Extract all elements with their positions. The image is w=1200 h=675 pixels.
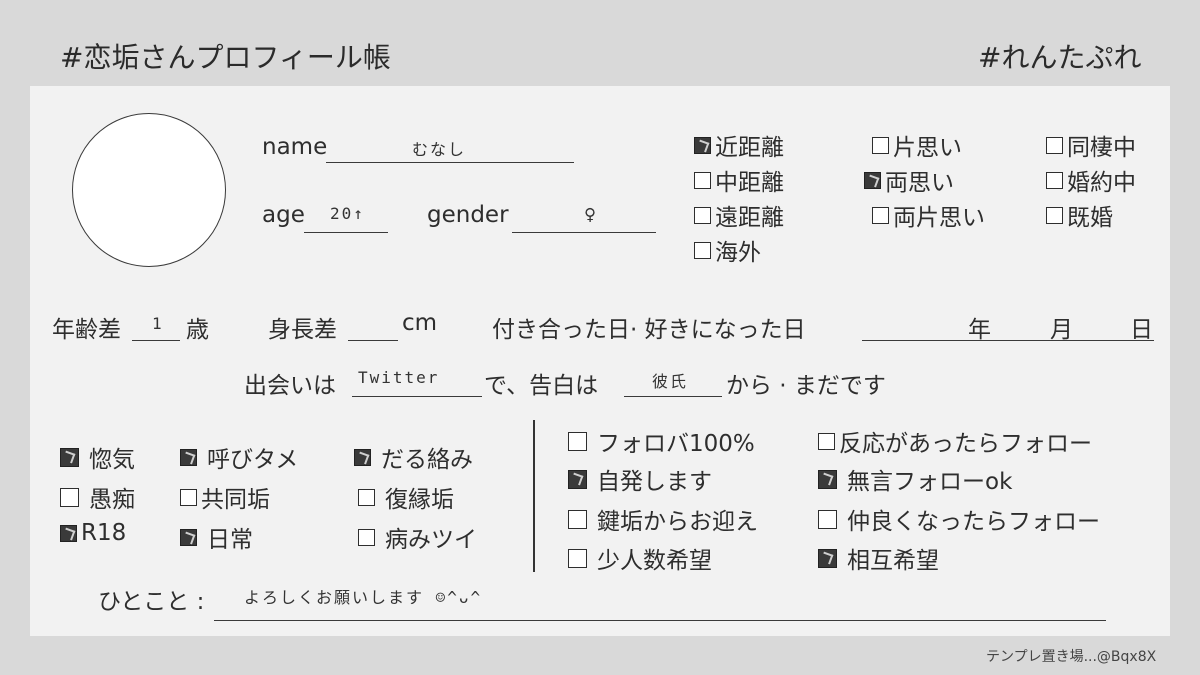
trait-yobitame[interactable]: 呼びタメ xyxy=(180,440,298,474)
option-one-sided[interactable]: 片思い xyxy=(872,128,962,162)
option-both-one-sided[interactable]: 両片思い xyxy=(872,198,985,232)
checkbox-empty-icon xyxy=(568,548,587,568)
vertical-divider xyxy=(533,420,535,572)
name-value[interactable]: むなし xyxy=(412,136,466,160)
checkbox-checked-icon xyxy=(354,448,371,466)
confess-label: で、告白は xyxy=(484,373,599,399)
date-label: 付き合った日· 好きになった日 xyxy=(492,317,806,343)
follow-when-friends[interactable]: 仲良くなったらフォロー xyxy=(818,502,1100,536)
checkbox-checked-icon xyxy=(60,524,77,542)
gender-value[interactable]: ♀ xyxy=(584,202,598,226)
option-short-distance[interactable]: 近距離 xyxy=(694,128,784,162)
checkbox-empty-icon xyxy=(60,487,79,507)
option-married[interactable]: 既婚 xyxy=(1046,198,1113,232)
option-overseas[interactable]: 海外 xyxy=(694,233,761,267)
height-diff-unit: cm xyxy=(402,310,438,336)
option-mutual[interactable]: 両思い xyxy=(864,163,954,197)
gender-underline xyxy=(512,232,656,233)
date-underline[interactable] xyxy=(862,340,1154,341)
follow-silent-ok[interactable]: 無言フォローok xyxy=(818,462,1012,496)
checkbox-checked-icon xyxy=(694,136,711,154)
checkbox-checked-icon xyxy=(180,528,197,546)
hashtag: #れんたぷれ xyxy=(978,41,1142,74)
checkbox-empty-icon xyxy=(818,432,835,450)
meet-label: 出会いは xyxy=(244,373,336,399)
age-underline xyxy=(304,232,388,233)
month-label: 月 xyxy=(1050,317,1073,343)
checkbox-checked-icon xyxy=(568,469,587,489)
trait-yami-tweet[interactable]: 病みツイ xyxy=(358,520,477,554)
checkbox-empty-icon xyxy=(694,241,711,259)
year-label: 年 xyxy=(968,317,991,343)
checkbox-checked-icon xyxy=(60,447,79,467)
checkbox-empty-icon xyxy=(1046,171,1063,189)
age-value[interactable]: 20↑ xyxy=(330,204,365,223)
checkbox-checked-icon xyxy=(180,448,197,466)
trait-daily[interactable]: 日常 xyxy=(180,520,253,554)
confess-value[interactable]: 彼氏 xyxy=(652,368,688,392)
page-title: #恋垢さんプロフィール帳 xyxy=(60,41,391,74)
option-living-together[interactable]: 同棲中 xyxy=(1046,128,1136,162)
age-diff-underline xyxy=(132,340,180,341)
trait-noroke[interactable]: 惚気 xyxy=(60,440,135,474)
confess-suffix: から · まだです xyxy=(726,373,886,399)
checkbox-empty-icon xyxy=(568,431,587,451)
follow-mutual-wish[interactable]: 相互希望 xyxy=(818,541,939,575)
option-long-distance[interactable]: 遠距離 xyxy=(694,198,784,232)
meet-value[interactable]: Twitter xyxy=(358,368,439,387)
trait-reunion-account[interactable]: 復縁垢 xyxy=(358,480,454,514)
checkbox-checked-icon xyxy=(818,469,837,489)
meet-underline xyxy=(352,396,482,397)
option-engaged[interactable]: 婚約中 xyxy=(1046,163,1136,197)
comment-label: ひとこと : xyxy=(98,589,205,615)
follow-small-group[interactable]: 少人数希望 xyxy=(568,541,712,575)
checkbox-empty-icon xyxy=(818,509,837,529)
checkbox-empty-icon xyxy=(1046,136,1063,154)
gender-label: gender xyxy=(427,202,509,228)
follow-locked-welcome[interactable]: 鍵垢からお迎え xyxy=(568,502,758,536)
name-label: name xyxy=(262,134,328,160)
age-diff-unit: 歳 xyxy=(186,317,209,343)
trait-shared-account[interactable]: 共同垢 xyxy=(180,480,270,514)
height-diff-underline[interactable] xyxy=(348,340,398,341)
comment-value[interactable]: よろしくお願いします ☺^ᴗ^ xyxy=(244,584,482,608)
name-underline xyxy=(326,162,574,163)
checkbox-checked-icon xyxy=(818,548,837,568)
checkbox-empty-icon xyxy=(358,528,375,546)
checkbox-checked-icon xyxy=(864,171,881,189)
height-diff-label: 身長差 xyxy=(268,317,337,343)
trait-darugarami[interactable]: だる絡み xyxy=(354,440,473,474)
checkbox-empty-icon xyxy=(358,488,375,506)
checkbox-empty-icon xyxy=(180,488,197,506)
checkbox-empty-icon xyxy=(694,206,711,224)
follow-self-initiate[interactable]: 自発します xyxy=(568,462,712,496)
checkbox-empty-icon xyxy=(694,171,711,189)
checkbox-empty-icon xyxy=(872,136,889,154)
follow-followback[interactable]: フォロバ100% xyxy=(568,424,755,458)
trait-guchi[interactable]: 愚痴 xyxy=(60,480,135,514)
day-label: 日 xyxy=(1130,317,1153,343)
checkbox-empty-icon xyxy=(872,206,889,224)
checkbox-empty-icon xyxy=(568,509,587,529)
avatar-circle[interactable] xyxy=(72,113,226,267)
age-label: age xyxy=(262,202,305,228)
age-diff-value[interactable]: 1 xyxy=(152,314,164,333)
follow-on-reaction[interactable]: 反応があったらフォロー xyxy=(818,424,1092,458)
option-mid-distance[interactable]: 中距離 xyxy=(694,163,784,197)
confess-underline xyxy=(624,396,722,397)
comment-underline xyxy=(214,620,1106,621)
age-diff-label: 年齢差 xyxy=(52,317,121,343)
template-credit: テンプレ置き場...@Bqx8X xyxy=(986,649,1157,665)
trait-r18[interactable]: R18 xyxy=(60,520,126,546)
checkbox-empty-icon xyxy=(1046,206,1063,224)
